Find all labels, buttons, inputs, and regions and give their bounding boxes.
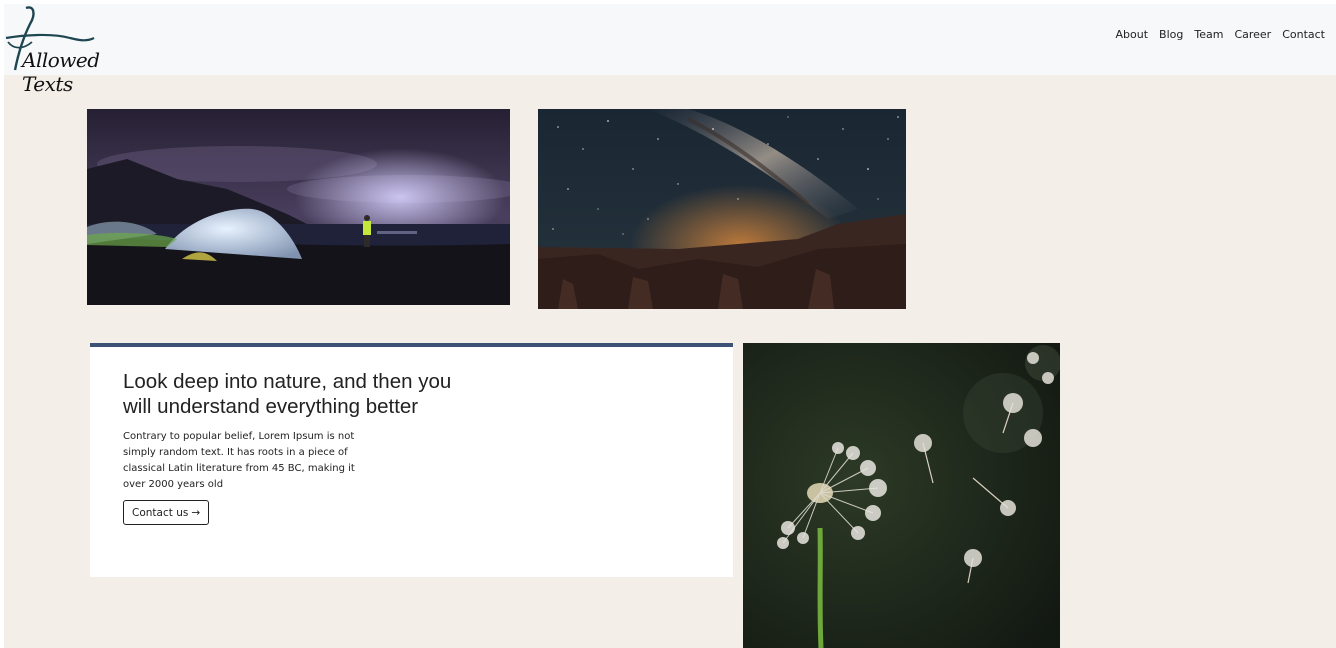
main-nav: About Blog Team Career Contact	[1116, 28, 1326, 41]
dandelion-image	[743, 343, 1060, 648]
contact-us-button[interactable]: Contact us →	[123, 500, 210, 525]
brand-name: Allowed Texts	[22, 48, 100, 96]
brand-logo[interactable]: Allowed Texts	[4, 4, 144, 96]
navbar: Allowed Texts About Blog Team Career Con…	[4, 4, 1336, 96]
nav-link-career[interactable]: Career	[1234, 28, 1271, 41]
milky-way-image	[538, 109, 906, 309]
nav-link-contact[interactable]: Contact	[1282, 28, 1325, 41]
tent-night-image	[87, 109, 510, 305]
contact-us-label: Contact us	[132, 506, 189, 519]
nav-link-team[interactable]: Team	[1194, 28, 1223, 41]
page-frame: Allowed Texts About Blog Team Career Con…	[4, 4, 1336, 648]
card-body: Contrary to popular belief, Lorem Ipsum …	[123, 431, 355, 490]
feature-card: Look deep into nature, and then you will…	[90, 343, 733, 577]
card-title: Look deep into nature, and then you will…	[123, 370, 452, 418]
nav-link-about[interactable]: About	[1116, 28, 1149, 41]
arrow-right-icon: →	[191, 506, 201, 519]
nav-link-blog[interactable]: Blog	[1159, 28, 1183, 41]
